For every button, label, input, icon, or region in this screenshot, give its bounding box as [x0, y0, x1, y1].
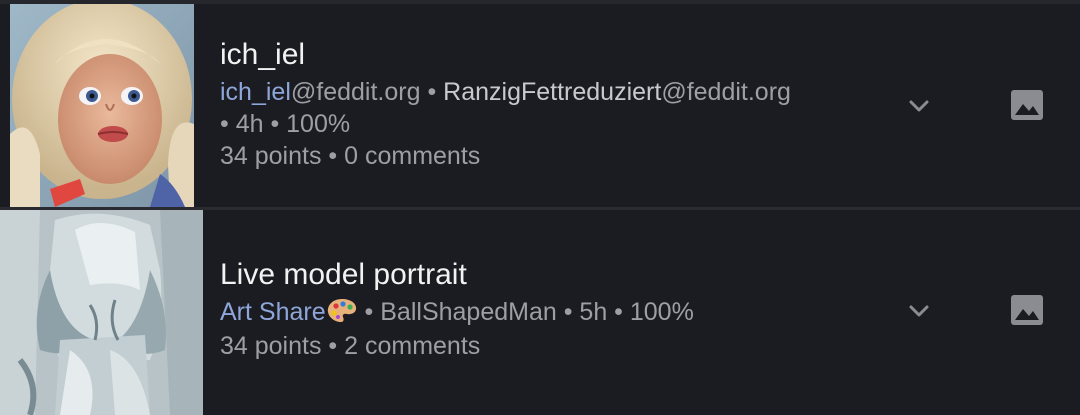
post-stats: 34 points • 2 comments — [220, 332, 481, 360]
post-meta-line: Art Share • BallShapedMan • 5h • 100% — [220, 296, 694, 328]
post-meta-line: ich_iel@feddit.org • RanzigFettreduziert… — [220, 76, 791, 108]
chevron-down-icon[interactable] — [904, 296, 934, 326]
post-stats: 34 points • 0 comments — [220, 142, 481, 170]
community-instance: @feddit.org — [290, 78, 421, 106]
post-feed: ich_iel ich_iel@feddit.org • RanzigFettr… — [0, 0, 1080, 415]
post-thumbnail[interactable] — [0, 210, 203, 415]
post-title[interactable]: ich_iel — [220, 38, 305, 72]
meta-separator: • — [420, 78, 444, 106]
community-link[interactable]: ich_iel — [220, 78, 291, 106]
author-instance: @feddit.org — [661, 78, 791, 106]
meta-rest: • BallShapedMan • 5h • 100% — [357, 298, 694, 326]
image-icon[interactable] — [1009, 292, 1045, 328]
post-card[interactable]: ich_iel ich_iel@feddit.org • RanzigFettr… — [0, 4, 1080, 207]
post-thumbnail[interactable] — [10, 4, 194, 207]
author-link[interactable]: RanzigFettreduziert — [443, 78, 661, 106]
doll-photo-thumbnail — [10, 4, 194, 207]
image-icon[interactable] — [1009, 87, 1045, 123]
community-link[interactable]: Art Share — [220, 298, 326, 326]
chevron-down-icon[interactable] — [904, 91, 934, 121]
post-card[interactable]: Live model portrait Art Share • BallShap… — [0, 210, 1080, 415]
figure-painting-thumbnail — [0, 210, 203, 415]
post-title[interactable]: Live model portrait — [220, 258, 467, 292]
palette-icon — [326, 297, 358, 325]
post-time-line: • 4h • 100% — [220, 110, 351, 138]
